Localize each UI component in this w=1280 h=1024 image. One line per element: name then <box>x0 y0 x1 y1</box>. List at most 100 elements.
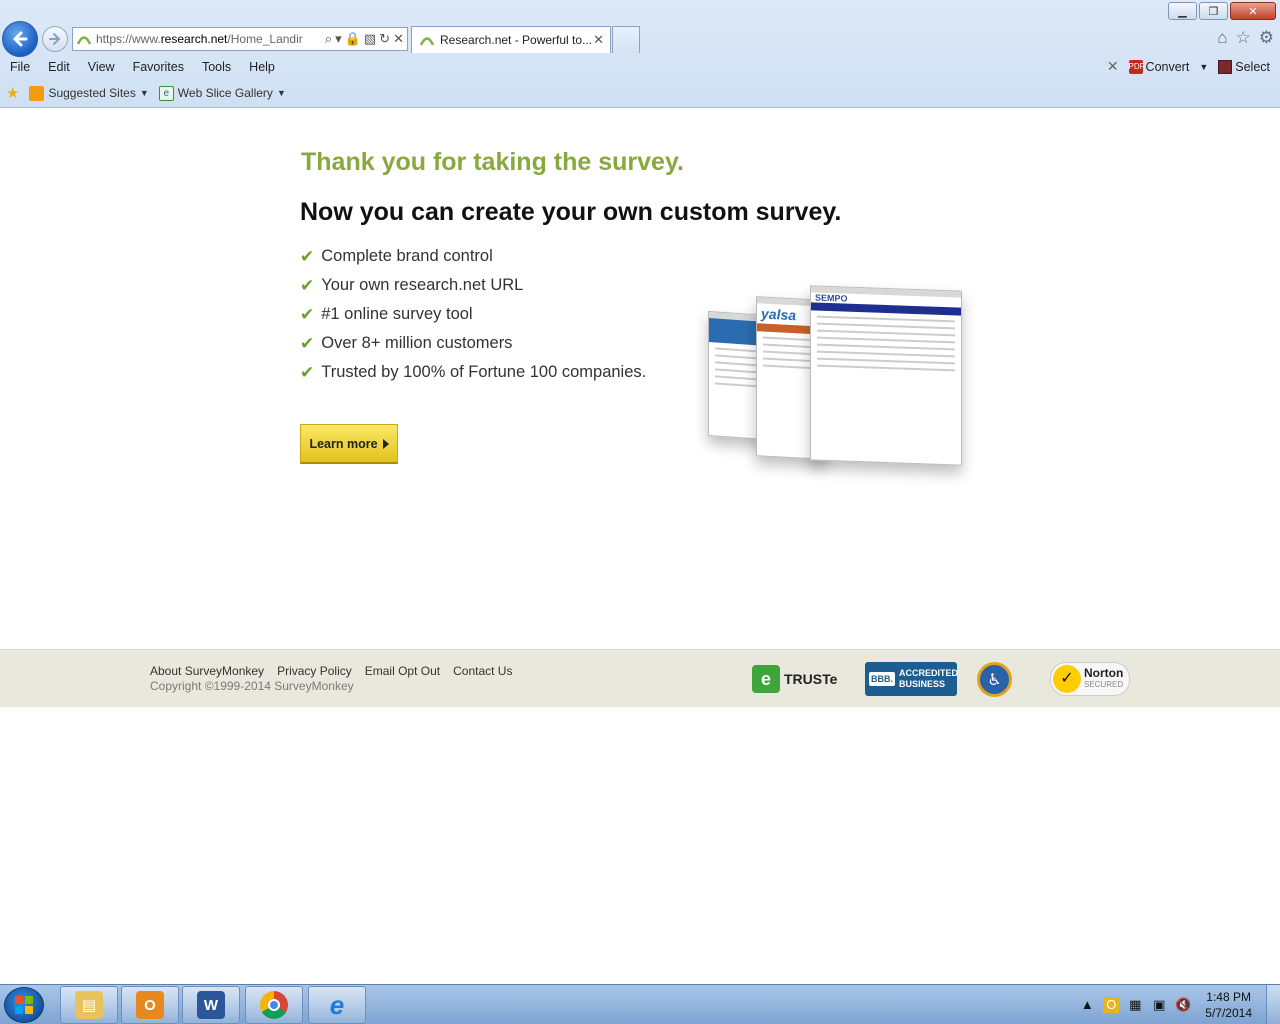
menu-help[interactable]: Help <box>239 60 283 74</box>
search-icon[interactable]: ⌕ <box>325 31 332 47</box>
word-icon: W <box>197 991 225 1019</box>
menu-view[interactable]: View <box>78 60 123 74</box>
norton-title: Norton <box>1084 666 1124 680</box>
compatibility-icon[interactable]: ▧ <box>364 31 376 47</box>
start-button[interactable] <box>4 987 44 1023</box>
gear-icon[interactable]: ⚙ <box>1259 28 1274 48</box>
norton-label: Norton SECURED <box>1084 667 1123 691</box>
lock-icon[interactable]: 🔒 <box>345 31 361 47</box>
device-icon[interactable]: ▦ <box>1127 997 1143 1013</box>
thank-you-heading: Thank you for taking the survey. <box>301 148 684 176</box>
contact-us-link[interactable]: Contact Us <box>453 664 512 678</box>
restore-button[interactable]: ❐ <box>1199 2 1228 20</box>
menu-tools[interactable]: Tools <box>192 60 239 74</box>
menu-file[interactable]: File <box>0 60 38 74</box>
chevron-down-icon[interactable]: ▼ <box>1199 62 1208 72</box>
select-icon <box>1218 59 1233 74</box>
screenshot-line <box>817 357 955 365</box>
back-button[interactable] <box>2 21 38 57</box>
web-slice-icon: e <box>158 85 174 101</box>
chrome-icon <box>260 991 288 1019</box>
browser-chrome: https://www.research.net/Home_Landir ⌕ ▾… <box>0 0 1280 108</box>
forward-button[interactable] <box>42 26 68 52</box>
learn-more-label: Learn more <box>309 436 378 451</box>
show-hidden-icons-icon[interactable]: ▲ <box>1079 997 1095 1013</box>
screenshot-line <box>817 364 955 372</box>
taskbar-internet-explorer[interactable]: e <box>308 986 366 1024</box>
feature-text: #1 online survey tool <box>321 305 473 323</box>
tab-close-icon[interactable]: ✕ <box>593 32 604 48</box>
convert-button[interactable]: PDF Convert ▼ <box>1128 59 1208 74</box>
learn-more-button[interactable]: Learn more <box>300 424 398 464</box>
norton-subtitle: SECURED <box>1084 680 1124 689</box>
screenshot-line <box>817 336 955 344</box>
tab-research-net[interactable]: Research.net - Powerful to... ✕ <box>411 26 611 53</box>
system-clock[interactable]: 1:48 PM 5/7/2014 <box>1205 989 1252 1021</box>
close-window-button[interactable]: ✕ <box>1230 2 1276 20</box>
screenshot-line <box>817 350 955 358</box>
copyright-text: Copyright ©1999-2014 SurveyMonkey <box>150 679 354 693</box>
home-icon[interactable]: ⌂ <box>1217 28 1227 48</box>
bbb-label-line2: BUSINESS <box>899 679 946 689</box>
taskbar-outlook[interactable]: O <box>121 986 179 1024</box>
chevron-down-icon: ▼ <box>276 88 286 98</box>
taskbar-file-explorer[interactable]: ▤ <box>60 986 118 1024</box>
network-icon[interactable]: ▣ <box>1151 997 1167 1013</box>
minimize-button[interactable]: ▁ <box>1168 2 1197 20</box>
forward-arrow-icon <box>49 33 61 45</box>
favorites-star-icon[interactable]: ★ <box>6 84 19 102</box>
windows-taskbar: ▤ O W e ▲ O ▦ ▣ 🔇 1:48 PM 5/7/2014 <box>0 984 1280 1024</box>
check-icon: ✔ <box>300 333 315 353</box>
norton-secured-badge[interactable]: ✓ Norton SECURED <box>1050 662 1130 696</box>
survey-screenshots-illustration: yalsa SEMPO <box>690 283 970 483</box>
menu-edit[interactable]: Edit <box>38 60 78 74</box>
star-icon[interactable]: ☆ <box>1236 28 1251 48</box>
select-button[interactable]: Select <box>1218 59 1270 74</box>
check-icon: ✔ <box>300 362 315 382</box>
refresh-icon[interactable]: ↻ <box>379 31 390 47</box>
url-domain: research.net <box>160 32 228 46</box>
tab-favicon-icon <box>420 37 434 46</box>
suggested-sites-icon <box>29 85 45 101</box>
about-surveymonkey-link[interactable]: About SurveyMonkey <box>150 664 264 678</box>
outlook-tray-icon[interactable]: O <box>1103 997 1120 1013</box>
taskbar-word[interactable]: W <box>182 986 240 1024</box>
truste-badge[interactable]: e TRUSTe <box>752 662 837 696</box>
address-tools: ⌕ ▾ 🔒 ▧ ↻ ✕ <box>325 31 407 47</box>
privacy-policy-link[interactable]: Privacy Policy <box>277 664 352 678</box>
close-toolbar-icon[interactable]: ✕ <box>1107 58 1119 75</box>
url-path: /Home_Landir <box>227 32 303 46</box>
create-survey-heading: Now you can create your own custom surve… <box>300 198 842 226</box>
clock-time: 1:48 PM <box>1206 990 1251 1004</box>
bbb-badge[interactable]: BBB. ACCREDITED BUSINESS <box>865 662 958 696</box>
accessibility-badge-icon[interactable]: ♿ <box>977 662 1012 697</box>
folder-icon: ▤ <box>75 991 103 1019</box>
page-footer: About SurveyMonkey Privacy Policy Email … <box>0 649 1280 707</box>
screenshot-line <box>817 343 955 351</box>
menu-favorites[interactable]: Favorites <box>123 60 192 74</box>
screenshot-line <box>715 375 761 381</box>
feature-item: ✔ Your own research.net URL <box>300 271 646 300</box>
taskbar-chrome[interactable] <box>245 986 303 1024</box>
dropdown-icon[interactable]: ▾ <box>335 31 342 47</box>
feature-text: Your own research.net URL <box>321 276 524 294</box>
menu-bar: File Edit View Favorites Tools Help ✕ PD… <box>0 55 1280 79</box>
check-icon: ✔ <box>300 246 315 266</box>
web-slice-gallery-link[interactable]: e Web Slice Gallery ▼ <box>158 85 286 101</box>
url-text[interactable]: https://www.research.net/Home_Landir <box>91 32 325 46</box>
check-icon: ✔ <box>300 275 315 295</box>
suggested-sites-label: Suggested Sites <box>48 86 136 100</box>
feature-item: ✔ Over 8+ million customers <box>300 329 646 358</box>
suggested-sites-link[interactable]: Suggested Sites ▼ <box>29 85 149 101</box>
truste-icon: e <box>752 665 780 693</box>
screenshot-line <box>715 354 761 360</box>
footer-links: About SurveyMonkey Privacy Policy Email … <box>150 664 512 678</box>
address-bar[interactable]: https://www.research.net/Home_Landir ⌕ ▾… <box>72 27 408 51</box>
email-opt-out-link[interactable]: Email Opt Out <box>365 664 440 678</box>
navigation-row: https://www.research.net/Home_Landir ⌕ ▾… <box>0 0 1280 57</box>
new-tab-button[interactable] <box>612 26 640 53</box>
show-desktop-button[interactable] <box>1266 985 1280 1024</box>
bbb-label: ACCREDITED BUSINESS <box>899 668 958 690</box>
stop-icon[interactable]: ✕ <box>393 31 404 47</box>
volume-muted-icon[interactable]: 🔇 <box>1175 997 1191 1013</box>
